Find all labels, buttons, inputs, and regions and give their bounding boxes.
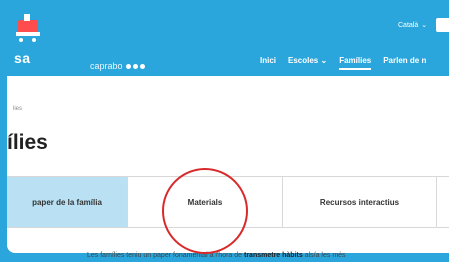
partner-name: caprabo — [90, 61, 123, 71]
header: sa caprabo Català ⌄ Inici Escoles ⌄ Famí… — [0, 0, 449, 76]
nav-item-escoles[interactable]: Escoles ⌄ — [288, 56, 327, 70]
nav-item-families[interactable]: Famílies — [339, 56, 372, 70]
tab-paper-familia[interactable]: paper de la família — [7, 177, 127, 227]
app-frame: sa caprabo Català ⌄ Inici Escoles ⌄ Famí… — [0, 0, 449, 262]
breadcrumb[interactable]: lies — [13, 106, 22, 112]
cart-logo-icon[interactable] — [12, 12, 52, 48]
page-title: ílies — [7, 131, 48, 154]
nav-item-inici[interactable]: Inici — [260, 56, 276, 70]
nav-item-parlen[interactable]: Parlen de n — [383, 56, 426, 70]
chevron-down-icon: ⌄ — [421, 22, 428, 29]
partner-logo[interactable]: caprabo — [90, 61, 145, 71]
intro-paragraph: Les famílies teniu un paper fonamental a… — [87, 252, 346, 259]
language-selector[interactable]: Català ⌄ — [398, 21, 428, 30]
intro-emphasis: transmetre hàbits — [244, 252, 303, 259]
highlight-circle — [162, 168, 248, 254]
main-nav: Inici Escoles ⌄ Famílies Parlen de n — [260, 56, 426, 70]
search-box[interactable] — [436, 18, 449, 32]
logo-text[interactable]: sa — [14, 50, 31, 66]
tab-recursos-interactius[interactable]: Recursos interactius — [282, 177, 437, 227]
language-label: Català — [398, 21, 419, 29]
partner-dots-icon — [125, 63, 145, 69]
